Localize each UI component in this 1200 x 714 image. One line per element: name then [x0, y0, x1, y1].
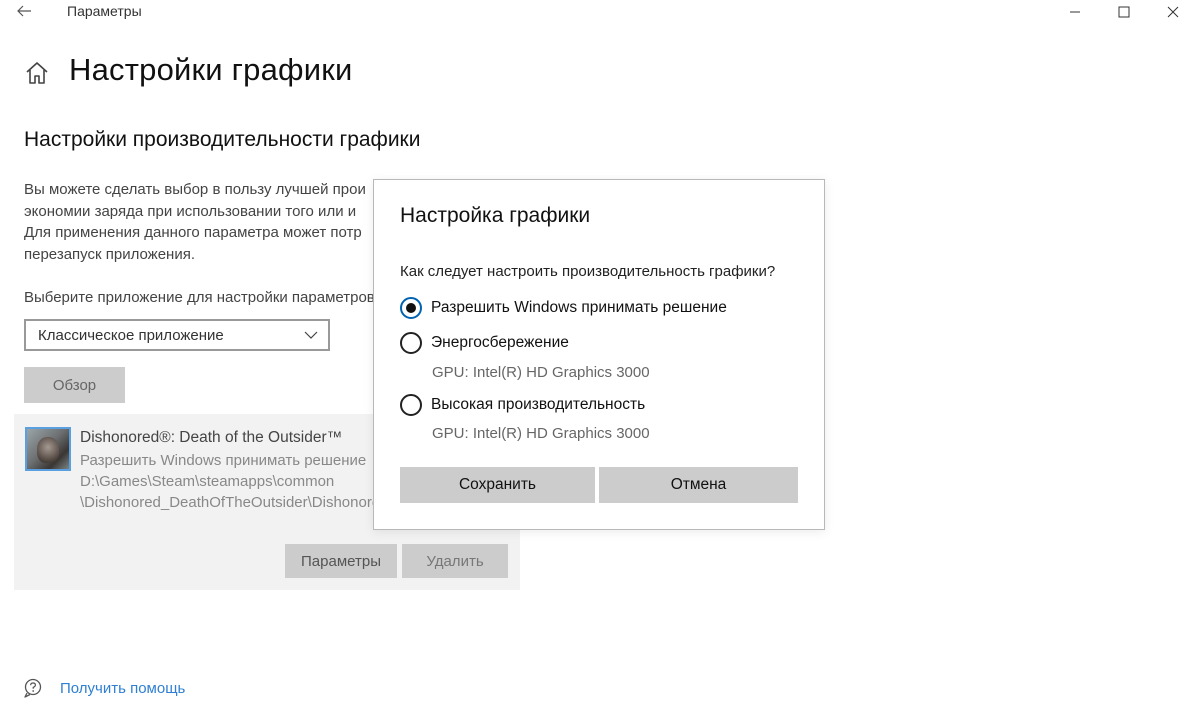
- maximize-button[interactable]: [1101, 0, 1147, 24]
- app-path-line2: \Dishonored_DeathOfTheOutsider\Dishonore…: [80, 494, 376, 511]
- radio-button[interactable]: [400, 394, 422, 416]
- radio-label: Разрешить Windows принимать решение: [431, 299, 727, 316]
- browse-button[interactable]: Обзор: [24, 367, 125, 403]
- power-saving-gpu-info: GPU: Intel(R) HD Graphics 3000: [432, 364, 650, 381]
- graphics-settings-dialog: Настройка графики Как следует настроить …: [373, 179, 825, 530]
- dialog-question: Как следует настроить производительность…: [400, 263, 776, 280]
- back-button[interactable]: [12, 0, 36, 22]
- arrow-left-icon: [17, 5, 31, 17]
- maximize-icon: [1118, 6, 1130, 18]
- dialog-title: Настройка графики: [400, 204, 591, 227]
- chevron-down-icon: [304, 331, 318, 339]
- cancel-button[interactable]: Отмена: [599, 467, 798, 503]
- page-title: Настройки графики: [69, 52, 353, 87]
- app-preference: Разрешить Windows принимать решение: [80, 452, 367, 469]
- get-help-link[interactable]: Получить помощь: [60, 680, 185, 697]
- minimize-button[interactable]: [1052, 0, 1098, 24]
- app-thumbnail-face: [37, 437, 59, 463]
- app-path-line1: D:\Games\Steam\steamapps\common: [80, 473, 335, 490]
- choose-app-label: Выберите приложение для настройки параме…: [24, 289, 375, 306]
- radio-label: Энергосбережение: [431, 334, 569, 351]
- home-button[interactable]: [24, 60, 50, 86]
- app-type-select-value: Классическое приложение: [38, 327, 224, 344]
- high-performance-gpu-info: GPU: Intel(R) HD Graphics 3000: [432, 425, 650, 442]
- app-title: Параметры: [67, 3, 142, 19]
- app-thumbnail: [25, 427, 71, 471]
- save-button[interactable]: Сохранить: [400, 467, 595, 503]
- app-remove-button[interactable]: Удалить: [402, 544, 508, 578]
- close-button[interactable]: [1150, 0, 1196, 24]
- section-title: Настройки производительности графики: [24, 128, 421, 151]
- close-icon: [1167, 6, 1179, 18]
- title-bar: Параметры: [0, 0, 1200, 24]
- radio-button[interactable]: [400, 332, 422, 354]
- radio-button[interactable]: [400, 297, 422, 319]
- home-icon: [26, 62, 48, 84]
- radio-dot: [406, 303, 416, 313]
- radio-label: Высокая производительность: [431, 396, 646, 413]
- app-options-button[interactable]: Параметры: [285, 544, 397, 578]
- chat-help-icon: [24, 678, 42, 698]
- minimize-icon: [1070, 11, 1080, 13]
- app-name: Dishonored®: Death of the Outsider™: [80, 429, 343, 446]
- app-type-select[interactable]: Классическое приложение: [24, 319, 330, 351]
